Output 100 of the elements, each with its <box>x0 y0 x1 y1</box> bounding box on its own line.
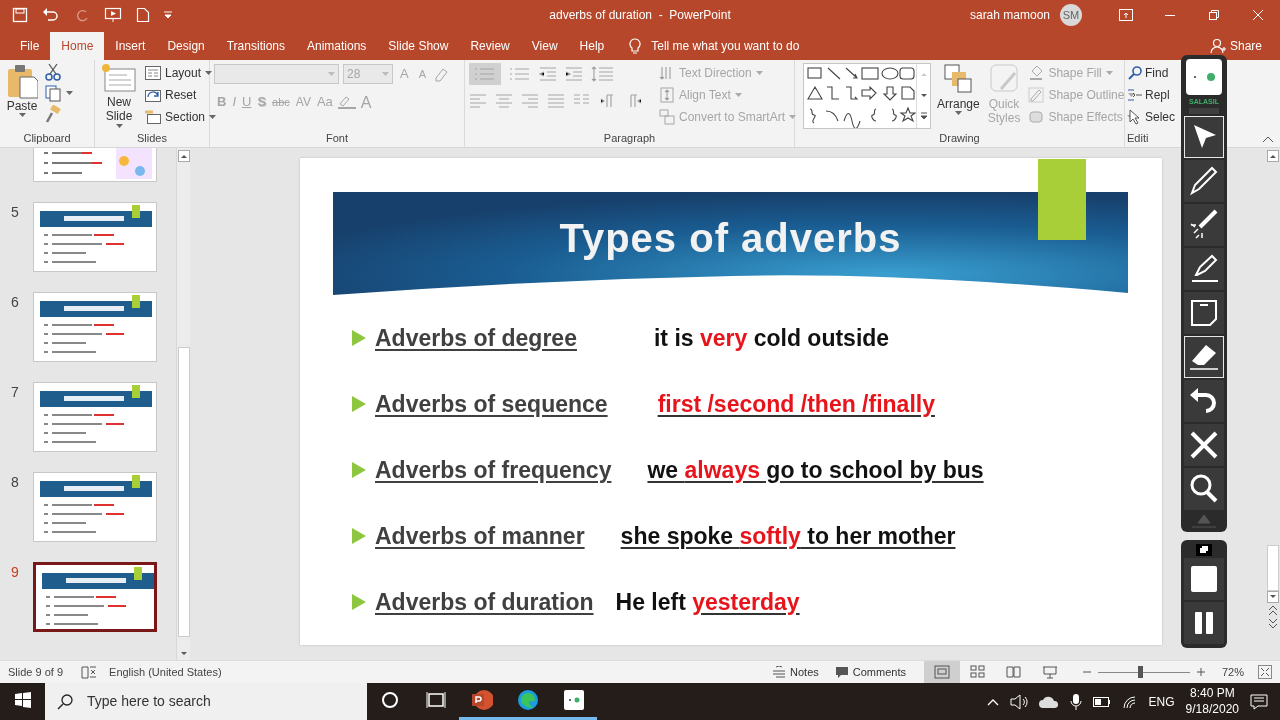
zoom-in-icon[interactable] <box>1195 667 1206 677</box>
menu-tab[interactable]: Slide Show <box>377 32 460 60</box>
chevron-up-icon[interactable] <box>986 697 999 706</box>
previous-slide-icon[interactable] <box>1266 603 1279 617</box>
toolbar-tool-button[interactable] <box>1184 380 1224 422</box>
caret-icon <box>734 92 742 97</box>
toolbar-tool-button[interactable] <box>1184 336 1224 378</box>
scrollbar-thumb[interactable] <box>177 347 190 637</box>
microphone-icon[interactable] <box>1069 692 1082 711</box>
pause-button[interactable] <box>1184 602 1224 644</box>
toolbar-tool-button[interactable] <box>1184 160 1224 202</box>
slideshow-icon <box>1041 665 1058 679</box>
copy-icon[interactable] <box>44 84 62 102</box>
menu-tab[interactable]: Review <box>459 32 521 60</box>
input-language[interactable]: ENG <box>1148 692 1175 711</box>
slide-title: Types of adverbs <box>559 214 902 262</box>
menu-tab[interactable]: Insert <box>104 32 157 60</box>
taskbar-search-field[interactable]: Type here to search <box>85 690 355 713</box>
scrollbar-thumb[interactable] <box>1266 545 1279 591</box>
slide-number: 6 <box>10 293 20 312</box>
zoom-level[interactable]: 72% <box>1221 663 1244 681</box>
ribbon-command[interactable]: Section <box>143 107 219 126</box>
example-text: we always go to school by bus <box>647 455 984 485</box>
arrange-button[interactable]: Arrange <box>935 63 982 116</box>
menu-tab[interactable]: Help <box>568 32 616 60</box>
toolbar-tool-button[interactable] <box>1184 468 1224 510</box>
bullet-label: Adverbs of frequency <box>375 455 612 485</box>
toolbar-tool-button[interactable] <box>1184 292 1224 334</box>
caret-icon <box>115 123 123 128</box>
shape-fill-icon <box>1028 64 1045 81</box>
presentation-icon[interactable] <box>104 7 122 23</box>
notifications-icon[interactable] <box>1250 693 1268 710</box>
reading-view-icon <box>1005 665 1022 679</box>
stop-button[interactable] <box>1184 558 1224 600</box>
group-label: Paragraph <box>603 130 656 146</box>
example-text: it is very cold outside <box>653 323 890 353</box>
scissors-icon[interactable] <box>44 63 62 81</box>
toolbar-tool-button[interactable] <box>1184 248 1224 290</box>
comment-icon <box>834 665 849 679</box>
new-slide-button[interactable]: New Slide <box>99 63 139 128</box>
group-label: Font <box>326 130 348 146</box>
slide-number: 5 <box>10 203 20 222</box>
menu-tab[interactable]: File <box>9 32 51 60</box>
example-text: He left yesterday <box>615 587 800 617</box>
user-avatar[interactable]: SM <box>1060 4 1082 26</box>
bullet-icon <box>352 528 366 544</box>
caret-icon <box>205 70 213 75</box>
battery-icon[interactable] <box>1092 695 1111 708</box>
slide-thumbnail[interactable] <box>33 562 157 632</box>
view-button[interactable] <box>923 661 960 683</box>
menu-tab[interactable]: View <box>520 32 569 60</box>
comments-button[interactable]: Comments <box>832 662 908 682</box>
scroll-up-icon[interactable] <box>177 150 190 162</box>
pause-icon <box>1193 612 1215 634</box>
menu-tab[interactable]: Transitions <box>215 32 296 60</box>
menu-tab[interactable]: Design <box>156 32 216 60</box>
taskbar-search-box[interactable]: Type here to search <box>45 683 367 720</box>
cloud-icon[interactable] <box>1038 695 1059 708</box>
scroll-up-icon[interactable] <box>1266 150 1279 162</box>
accessibility-icon[interactable] <box>81 665 98 679</box>
fit-slide-icon[interactable] <box>1258 665 1272 679</box>
slide-number: 9 <box>10 563 20 582</box>
menu-tab[interactable]: Home <box>50 32 105 60</box>
slide-sorter-icon <box>969 665 986 679</box>
clock-time[interactable]: 8:40 PM <box>1189 685 1235 702</box>
undo-icon[interactable] <box>42 7 60 23</box>
save-icon[interactable] <box>12 7 28 23</box>
paste-button[interactable]: Paste <box>4 63 40 118</box>
notes-button[interactable]: Notes <box>770 662 821 682</box>
app-icon <box>563 689 585 711</box>
toolbar-tool-button[interactable] <box>1184 204 1224 246</box>
new-file-icon[interactable] <box>136 7 150 23</box>
caret-icon <box>755 70 763 75</box>
stop-icon <box>1191 566 1217 592</box>
menu-tab[interactable]: Animations <box>296 32 378 60</box>
clock-date[interactable]: 9/18/2020 <box>1185 701 1239 718</box>
shapes-gallery[interactable] <box>804 64 916 128</box>
toolbar-tool-button[interactable] <box>1184 116 1224 158</box>
zoom-slider-thumb[interactable] <box>1138 666 1144 678</box>
collapse-ribbon-icon[interactable] <box>1262 136 1274 143</box>
next-slide-icon[interactable] <box>1266 617 1279 631</box>
share-button[interactable]: Share <box>1203 32 1268 60</box>
user-name[interactable]: sarah mamoon <box>969 6 1050 24</box>
caret-icon <box>209 114 217 119</box>
speaker-icon[interactable] <box>1009 693 1028 710</box>
tell-me-search-field[interactable]: Tell me what you want to do <box>649 36 850 56</box>
circle-icon <box>381 691 399 709</box>
language-status[interactable]: English (United States) <box>109 663 222 681</box>
close-icon <box>1253 10 1263 20</box>
group-label: Clipboard <box>23 130 71 146</box>
lightbulb-icon <box>629 38 642 54</box>
group-label: Editi <box>1127 130 1149 146</box>
windows-icon[interactable] <box>1196 544 1212 556</box>
bullet-icon <box>352 396 366 412</box>
format-painter-icon[interactable] <box>44 105 62 123</box>
customize-icon[interactable] <box>164 11 172 19</box>
scroll-down-icon[interactable] <box>1266 591 1279 603</box>
wifi-icon[interactable] <box>1121 694 1138 709</box>
person-icon <box>1209 38 1226 54</box>
toolbar-tool-button[interactable] <box>1184 424 1224 466</box>
